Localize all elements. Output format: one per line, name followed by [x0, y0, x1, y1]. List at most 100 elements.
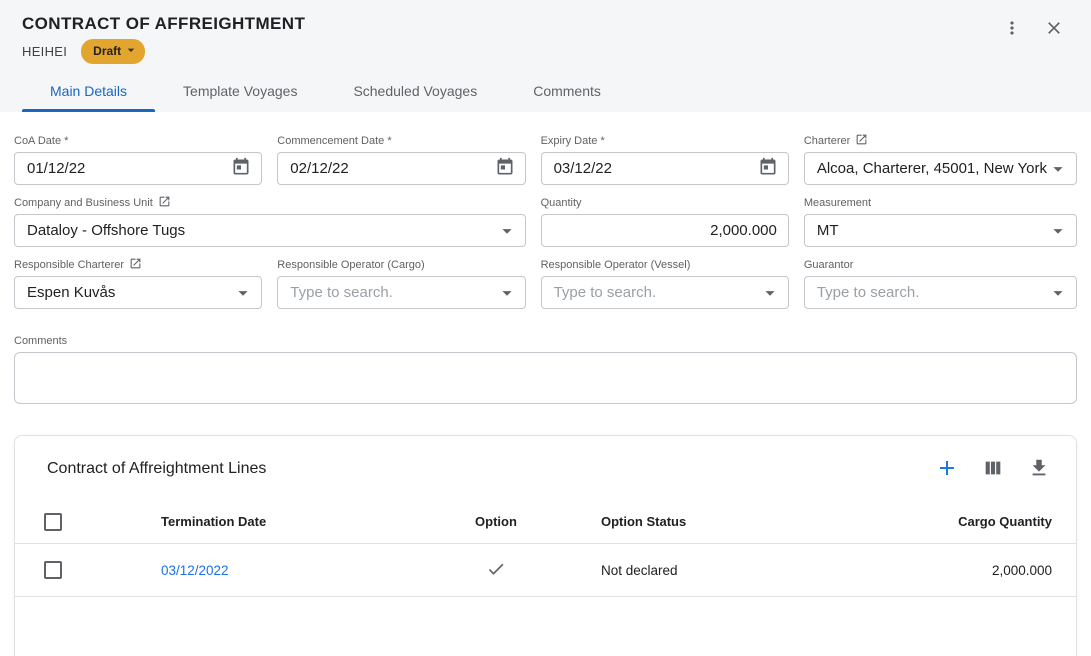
header: CONTRACT OF AFFREIGHTMENT HEIHEI Draft [0, 0, 1091, 112]
charterer-label: Charterer [804, 134, 1077, 148]
contract-name: HEIHEI [22, 44, 67, 59]
chevron-down-icon [1047, 220, 1069, 242]
guarantor-label: Guarantor [804, 258, 1077, 272]
guarantor-control [804, 276, 1077, 309]
header-actions [999, 16, 1067, 42]
coa-lines-title: Contract of Affreightment Lines [47, 460, 266, 478]
external-link-icon[interactable] [855, 133, 868, 149]
status-badge[interactable]: Draft [81, 39, 145, 64]
charterer-value: Alcoa, Charterer, 45001, New York [817, 160, 1047, 177]
coa-lines-actions [934, 456, 1052, 482]
responsible-operator-vessel-input[interactable] [554, 284, 759, 301]
close-icon [1044, 18, 1064, 41]
comments-textarea[interactable] [14, 352, 1077, 404]
measurement-label: Measurement [804, 196, 1077, 210]
chevron-down-icon [123, 42, 139, 61]
select-all-checkbox[interactable] [44, 513, 62, 531]
responsible-operator-cargo-control [277, 276, 525, 309]
column-settings-button[interactable] [980, 456, 1006, 482]
main-details-form: CoA Date * Commencement Date * [0, 134, 1091, 309]
company-business-unit-select[interactable]: Dataloy - Offshore Tugs [14, 214, 526, 247]
kebab-menu-button[interactable] [999, 16, 1025, 42]
responsible-operator-vessel-control [541, 276, 789, 309]
expiry-date-field-group: Expiry Date * [541, 134, 789, 185]
responsible-operator-vessel-label: Responsible Operator (Vessel) [541, 258, 789, 272]
chevron-down-icon [496, 282, 518, 304]
coa-date-control [14, 152, 262, 185]
commencement-date-field-group: Commencement Date * [277, 134, 525, 185]
tab-scheduled-voyages[interactable]: Scheduled Voyages [325, 70, 505, 112]
guarantor-field-group: Guarantor [804, 258, 1077, 309]
responsible-operator-cargo-field-group: Responsible Operator (Cargo) [277, 258, 525, 309]
quantity-label: Quantity [541, 196, 789, 210]
commencement-date-control [277, 152, 525, 185]
responsible-charterer-field-group: Responsible Charterer Espen Kuvås [14, 258, 262, 309]
cargo-quantity-value: 2,000.000 [992, 563, 1052, 578]
chevron-down-icon [496, 220, 518, 242]
option-status-value: Not declared [571, 563, 821, 578]
main-content: CoA Date * Commencement Date * [0, 112, 1091, 656]
chevron-down-icon [1047, 282, 1069, 304]
measurement-field-group: Measurement MT [804, 196, 1077, 247]
tab-template-voyages[interactable]: Template Voyages [155, 70, 325, 112]
plus-icon [935, 456, 959, 483]
coa-date-calendar-button[interactable] [228, 156, 254, 182]
expiry-date-label: Expiry Date * [541, 134, 789, 148]
external-link-icon[interactable] [158, 195, 171, 211]
commencement-date-calendar-button[interactable] [492, 156, 518, 182]
coa-date-field-group: CoA Date * [14, 134, 262, 185]
coa-lines-card-header: Contract of Affreightment Lines [15, 436, 1076, 500]
lines-table-header: Termination Date Option Option Status Ca… [15, 500, 1076, 544]
coa-date-label: CoA Date * [14, 134, 262, 148]
responsible-charterer-select[interactable]: Espen Kuvås [14, 276, 262, 309]
responsible-charterer-label: Responsible Charterer [14, 258, 262, 272]
status-badge-label: Draft [93, 44, 121, 58]
responsible-charterer-label-text: Responsible Charterer [14, 259, 124, 271]
columns-icon [982, 457, 1004, 482]
company-business-unit-label-text: Company and Business Unit [14, 197, 153, 209]
add-line-button[interactable] [934, 456, 960, 482]
expiry-date-input[interactable] [554, 160, 755, 177]
quantity-input[interactable] [554, 222, 781, 239]
charterer-label-text: Charterer [804, 135, 850, 147]
external-link-icon[interactable] [129, 257, 142, 273]
calendar-icon [758, 157, 778, 180]
commencement-date-label: Commencement Date * [277, 134, 525, 148]
col-termination-date: Termination Date [161, 514, 421, 529]
commencement-date-input[interactable] [290, 160, 491, 177]
expiry-date-calendar-button[interactable] [755, 156, 781, 182]
tab-main-details[interactable]: Main Details [22, 70, 155, 112]
termination-date-link[interactable]: 03/12/2022 [161, 563, 421, 578]
company-business-unit-field-group: Company and Business Unit Dataloy - Offs… [14, 196, 526, 247]
kebab-menu-icon [1002, 18, 1022, 41]
chevron-down-icon [759, 282, 781, 304]
col-option: Option [475, 514, 517, 529]
coa-window: CONTRACT OF AFFREIGHTMENT HEIHEI Draft [0, 0, 1091, 656]
tab-comments[interactable]: Comments [505, 70, 629, 112]
charterer-field-group: Charterer Alcoa, Charterer, 45001, New Y… [804, 134, 1077, 185]
coa-date-input[interactable] [27, 160, 228, 177]
charterer-select[interactable]: Alcoa, Charterer, 45001, New York [804, 152, 1077, 185]
download-button[interactable] [1026, 456, 1052, 482]
chevron-down-icon [1047, 158, 1069, 180]
quantity-control [541, 214, 789, 247]
guarantor-input[interactable] [817, 284, 1047, 301]
measurement-select[interactable]: MT [804, 214, 1077, 247]
close-button[interactable] [1041, 16, 1067, 42]
col-cargo-quantity: Cargo Quantity [958, 514, 1052, 529]
responsible-charterer-value: Espen Kuvås [27, 284, 232, 301]
measurement-value: MT [817, 222, 1047, 239]
responsible-operator-cargo-label: Responsible Operator (Cargo) [277, 258, 525, 272]
download-icon [1028, 457, 1050, 482]
responsible-operator-cargo-input[interactable] [290, 284, 495, 301]
responsible-operator-vessel-field-group: Responsible Operator (Vessel) [541, 258, 789, 309]
row-checkbox[interactable] [44, 561, 62, 579]
chevron-down-icon [232, 282, 254, 304]
comments-label: Comments [14, 334, 1077, 348]
company-business-unit-value: Dataloy - Offshore Tugs [27, 222, 496, 239]
lines-table-row: 03/12/2022 Not declared 2,000.000 [15, 544, 1076, 597]
calendar-icon [495, 157, 515, 180]
col-option-status: Option Status [571, 514, 821, 529]
page-title: CONTRACT OF AFFREIGHTMENT [22, 14, 1069, 34]
option-checkmark-icon [486, 559, 506, 582]
